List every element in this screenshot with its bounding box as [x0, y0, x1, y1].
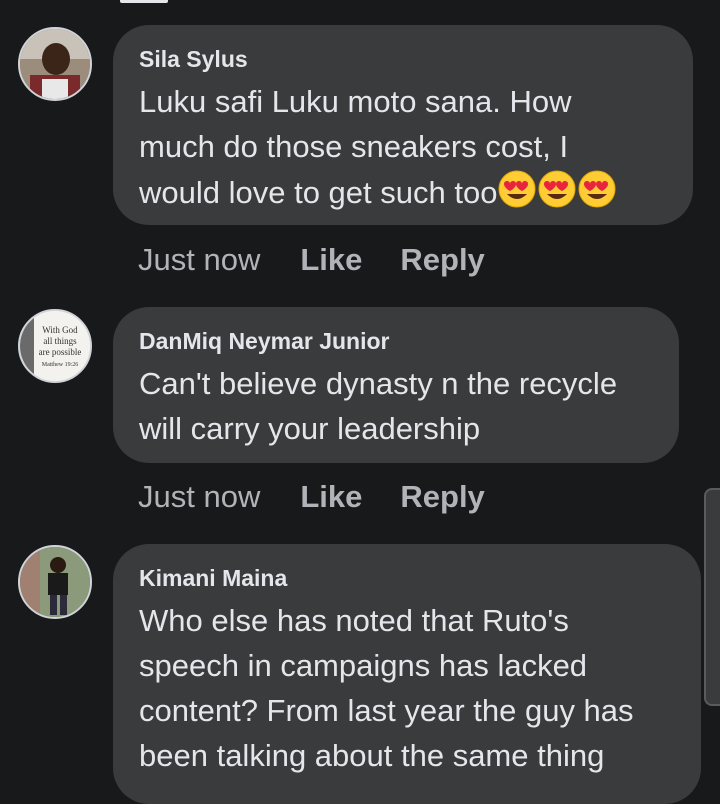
previous-comment-remnant — [120, 0, 168, 3]
avatar[interactable]: With God all things are possible Matthew… — [18, 309, 92, 383]
comment-actions: Just now Like Reply — [138, 479, 523, 515]
avatar-photo-icon — [20, 547, 90, 617]
comment-author[interactable]: Sila Sylus — [139, 45, 667, 73]
heart-eyes-emoji-icon — [497, 169, 537, 221]
avatar-text-line: are possible — [39, 347, 82, 357]
avatar-photo-icon — [20, 29, 90, 99]
heart-eyes-emoji-icon — [537, 169, 577, 221]
comment-timestamp: Just now — [138, 242, 261, 277]
avatar[interactable] — [18, 545, 92, 619]
scrollbar-handle[interactable] — [704, 488, 720, 706]
comment-body-text: Can't believe dynasty n the recycle will… — [139, 366, 618, 446]
comment-text: Luku safi Luku moto sana. How much do th… — [139, 79, 667, 221]
avatar-text-line: Matthew 19:26 — [42, 362, 79, 368]
avatar-text-line: With God — [42, 325, 78, 335]
comment-actions: Just now Like Reply — [138, 242, 523, 278]
comment-bubble: Kimani Maina Who else has noted that Rut… — [113, 544, 701, 804]
avatar-mug-icon: With God all things are possible Matthew… — [20, 311, 90, 381]
reply-button[interactable]: Reply — [400, 242, 484, 278]
comment-timestamp: Just now — [138, 479, 261, 514]
like-button[interactable]: Like — [300, 242, 362, 278]
reply-button[interactable]: Reply — [400, 479, 484, 515]
heart-eyes-emoji-icon — [577, 169, 617, 221]
comment-body-text: Who else has noted that Ruto's speech in… — [139, 603, 634, 773]
comment-author[interactable]: Kimani Maina — [139, 564, 675, 592]
comment-bubble: Sila Sylus Luku safi Luku moto sana. How… — [113, 25, 693, 225]
avatar-text-line: all things — [43, 336, 77, 346]
like-button[interactable]: Like — [300, 479, 362, 515]
avatar[interactable] — [18, 27, 92, 101]
comment-bubble: DanMiq Neymar Junior Can't believe dynas… — [113, 307, 679, 463]
comment-author[interactable]: DanMiq Neymar Junior — [139, 327, 653, 355]
